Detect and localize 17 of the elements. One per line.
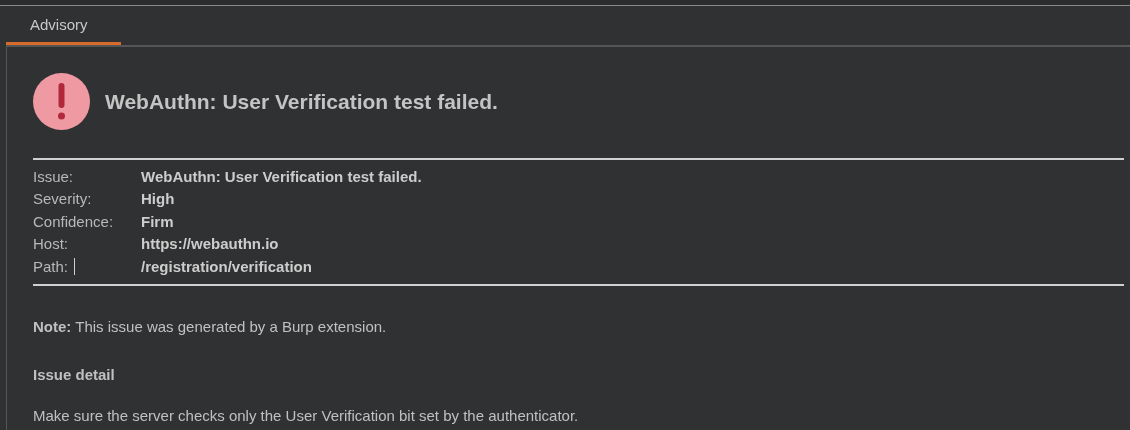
field-value: /registration/verification [141, 256, 312, 277]
text-cursor [74, 258, 76, 276]
field-value: Firm [141, 211, 174, 232]
field-label: Path: [33, 256, 69, 277]
error-icon [33, 73, 90, 130]
field-value: High [141, 189, 175, 209]
field-label: Severity: [33, 189, 92, 209]
note-text: Note: This issue was generated by a Burp extension. [33, 317, 388, 337]
section-heading: Issue detail [33, 364, 116, 385]
field-label: Host: [33, 234, 68, 254]
detail-text: Make sure the server checks only the User Verification bit set by the authenticator. [33, 406, 580, 426]
field-value: https://webauthn.io [141, 234, 279, 254]
field-label: Issue: [33, 166, 74, 187]
field-value: WebAuthn: User Verification test failed. [141, 166, 422, 187]
advisory-title: WebAuthn: User Verification test failed. [105, 89, 498, 116]
advisory-tab[interactable]: Advisory [6, 14, 121, 45]
field-label: Confidence: [33, 211, 114, 232]
